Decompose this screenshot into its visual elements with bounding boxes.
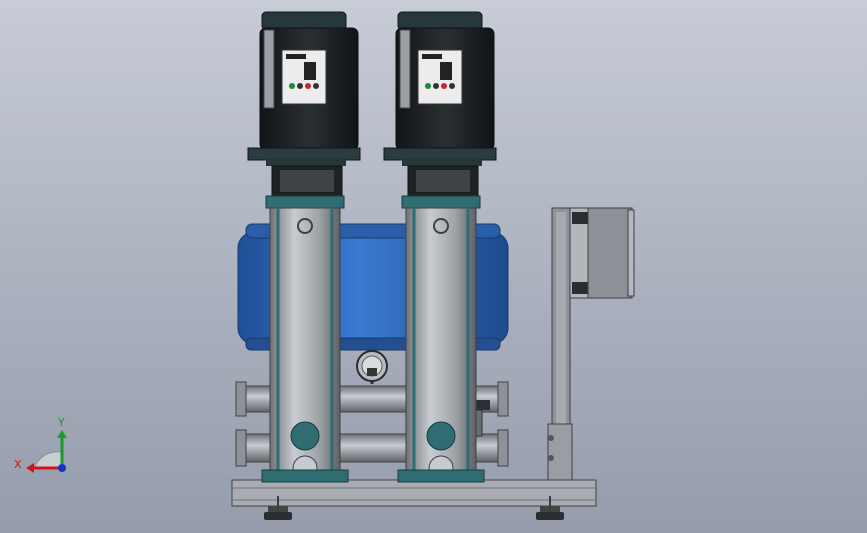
pressure-gauge [356,350,388,384]
control-box [569,207,635,299]
control-panel-stand [547,207,573,485]
x-axis-arrowhead [26,463,34,473]
y-axis-label: Y [57,416,65,429]
z-axis-dot [58,464,66,472]
drive-display-left [281,49,327,105]
triad-base-shape [33,451,63,469]
axis-triad: Y X [14,416,67,473]
base-frame [231,479,597,520]
drive-display-right [417,49,463,105]
x-axis-label: X [14,458,22,471]
y-axis-arrowhead [57,430,67,438]
pump-assembly-scene [231,11,635,520]
